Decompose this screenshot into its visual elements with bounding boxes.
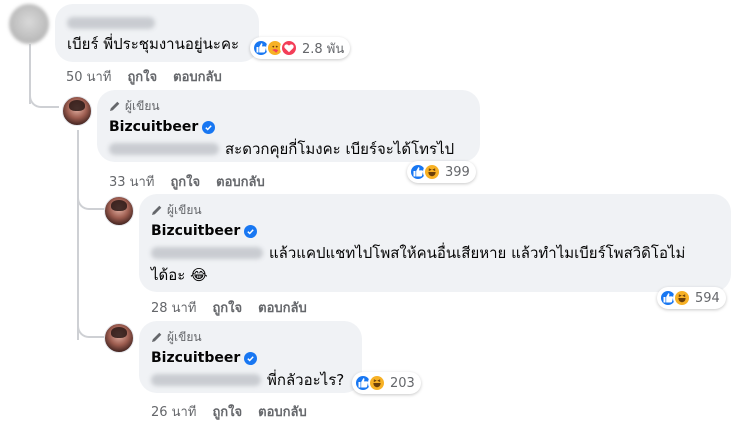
like-button[interactable]: ถูกใจ xyxy=(127,66,157,87)
author-name[interactable]: Bizcuitbeer xyxy=(151,223,240,239)
like-button[interactable]: ถูกใจ xyxy=(212,401,242,422)
pencil-icon xyxy=(152,205,162,215)
verified-badge-icon xyxy=(244,224,258,238)
author-name[interactable]: Bizcuitbeer xyxy=(109,119,198,135)
author-avatar[interactable] xyxy=(104,323,134,353)
reply-time[interactable]: 26 นาที xyxy=(151,401,196,422)
haha-icon xyxy=(368,374,386,392)
reply-bubble-1: ผู้เขียน Bizcuitbeer สะดวกคุยกี่โมงคะ เบ… xyxy=(97,90,480,162)
reply-bubble-3: ผู้เขียน Bizcuitbeer พี่กลัวอะไร? xyxy=(139,321,362,393)
haha-icon xyxy=(423,163,441,181)
mention-blurred[interactable] xyxy=(151,247,263,259)
mention-blurred[interactable] xyxy=(109,143,219,155)
reply-3-reactions[interactable]: 203 xyxy=(352,372,421,394)
commenter-avatar[interactable] xyxy=(9,4,49,44)
thread-line-nested-curve-2 xyxy=(77,318,105,338)
comment-text: เบียร์ พี่ประชุมงานอยู่นะคะ xyxy=(67,35,240,53)
author-badge: ผู้เขียน xyxy=(151,329,350,345)
author-avatar[interactable] xyxy=(104,196,134,226)
reply-button[interactable]: ตอบกลับ xyxy=(258,297,307,318)
love-icon xyxy=(280,39,298,57)
verified-badge-icon xyxy=(202,120,216,134)
comment-reactions[interactable]: 2.8 พัน xyxy=(250,37,351,59)
comment-actions: 50 นาที ถูกใจ ตอบกลับ xyxy=(66,67,222,85)
author-badge: ผู้เขียน xyxy=(151,202,719,218)
reaction-count: 594 xyxy=(695,290,720,306)
reply-time[interactable]: 33 นาที xyxy=(109,171,154,192)
reply-2-actions: 28 นาที ถูกใจ ตอบกลับ xyxy=(151,298,307,316)
mention-blurred[interactable] xyxy=(151,374,261,386)
comment-bubble: เบียร์ พี่ประชุมงานอยู่นะคะ xyxy=(55,4,259,62)
author-name[interactable]: Bizcuitbeer xyxy=(151,350,240,366)
reply-text: พี่กลัวอะไร? xyxy=(267,371,345,389)
reply-2-reactions[interactable]: 594 xyxy=(657,287,726,309)
reply-bubble-2: ผู้เขียน Bizcuitbeer แล้วแคปแชทไปโพสให้ค… xyxy=(139,194,731,292)
reply-1-actions: 33 นาที ถูกใจ ตอบกลับ xyxy=(109,172,265,190)
reply-text-line1: แล้วแคปแชทไปโพสให้คนอื่นเสียหาย แล้วทำไม… xyxy=(269,244,686,262)
reply-text: สะดวกคุยกี่โมงคะ เบียร์จะได้โทรไป xyxy=(225,140,455,158)
reply-button[interactable]: ตอบกลับ xyxy=(258,401,307,422)
reply-1-reactions[interactable]: 399 xyxy=(407,161,476,183)
thread-line-main-curve xyxy=(29,88,59,108)
reaction-count: 2.8 พัน xyxy=(302,41,345,57)
pencil-icon xyxy=(110,101,120,111)
comment-time[interactable]: 50 นาที xyxy=(66,66,111,87)
author-badge: ผู้เขียน xyxy=(109,98,468,114)
reply-button[interactable]: ตอบกลับ xyxy=(216,171,265,192)
like-button[interactable]: ถูกใจ xyxy=(170,171,200,192)
reply-text-line2: ได้อะ 😂 xyxy=(151,266,208,284)
commenter-name-blurred[interactable] xyxy=(67,12,247,30)
author-avatar[interactable] xyxy=(62,96,92,126)
reaction-count: 203 xyxy=(390,375,415,391)
reply-button[interactable]: ตอบกลับ xyxy=(173,66,222,87)
haha-icon xyxy=(673,289,691,307)
thread-line-nested xyxy=(77,130,79,340)
reply-time[interactable]: 28 นาที xyxy=(151,297,196,318)
reply-3-actions: 26 นาที ถูกใจ ตอบกลับ xyxy=(151,402,307,420)
like-button[interactable]: ถูกใจ xyxy=(212,297,242,318)
verified-badge-icon xyxy=(244,351,258,365)
thread-line-nested-curve-1 xyxy=(77,190,105,210)
reaction-count: 399 xyxy=(445,164,470,180)
pencil-icon xyxy=(152,332,162,342)
